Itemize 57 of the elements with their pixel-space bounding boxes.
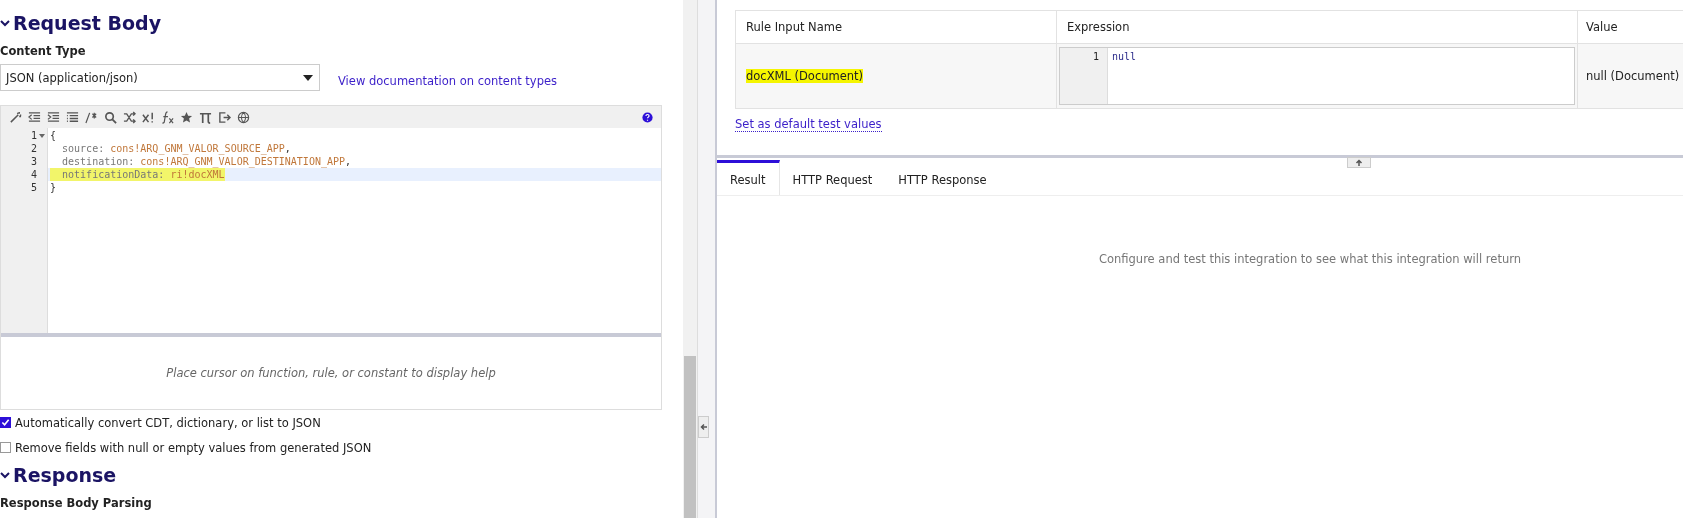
arrow-up-icon xyxy=(1355,158,1363,167)
documentation-link[interactable]: View documentation on content types xyxy=(338,73,558,88)
line-number: 5 xyxy=(30,182,37,193)
field-label: Response Body Parsing xyxy=(0,496,153,510)
help-text: Place cursor on function, rule, or constant to display help xyxy=(166,366,496,380)
shuffle-icon[interactable] xyxy=(123,110,136,124)
function-icon[interactable] xyxy=(161,110,174,124)
field-label: Content Type xyxy=(0,44,87,58)
chevron-down-icon[interactable] xyxy=(0,18,10,28)
line-number: 3 xyxy=(30,156,37,167)
checkbox[interactable] xyxy=(0,442,11,453)
expression-field[interactable]: 1 null xyxy=(1059,47,1575,105)
comment-icon[interactable] xyxy=(85,110,98,124)
column-header: Expression xyxy=(1056,10,1578,44)
fold-caret-icon[interactable] xyxy=(39,133,45,138)
section-heading: Response xyxy=(13,464,117,486)
checkbox-label: Automatically convert CDT, dictionary, or list to JSON xyxy=(15,415,321,430)
column-header: Rule Input Name xyxy=(735,10,1057,44)
section-heading: Request Body xyxy=(13,12,162,34)
checkbox[interactable] xyxy=(0,417,11,428)
caret-icon xyxy=(303,74,313,81)
scrollbar-thumb[interactable] xyxy=(684,356,696,518)
export-icon[interactable] xyxy=(218,110,231,124)
pi-icon[interactable] xyxy=(199,110,212,124)
code-line: source: cons!ARQ_GNM_VALOR_SOURCE_APP, xyxy=(61,142,291,155)
collapse-button[interactable] xyxy=(698,416,709,438)
code-line: null xyxy=(1112,51,1137,62)
line-number: 1 xyxy=(30,130,37,141)
column-header: Value xyxy=(1577,10,1683,44)
content-type-dropdown[interactable]: JSON (application/json) xyxy=(0,64,320,91)
tab[interactable]: HTTP Response xyxy=(885,160,1000,195)
indent-icon[interactable] xyxy=(47,110,60,124)
code-line: destination: cons!ARQ_GNM_VALOR_DESTINATION_APP, xyxy=(61,155,352,168)
variable-icon[interactable] xyxy=(142,110,155,124)
code-line: } xyxy=(50,181,57,194)
empty-state-message: Configure and test this integration to see what this integration will return xyxy=(1098,252,1522,268)
tab[interactable]: Result xyxy=(717,160,780,195)
scrollbar[interactable] xyxy=(683,0,697,518)
checkbox-label: Remove fields with null or empty values from generated JSON xyxy=(15,440,372,455)
globe-icon[interactable] xyxy=(237,110,250,124)
line-number: 1 xyxy=(1091,51,1099,62)
line-number: 2 xyxy=(30,143,37,154)
star-icon[interactable] xyxy=(180,110,193,124)
chevron-down-icon[interactable] xyxy=(0,470,10,480)
magic-wand-icon[interactable] xyxy=(9,110,22,124)
table-cell: docXML (Document) xyxy=(746,69,864,83)
code-line: { xyxy=(50,129,57,142)
line-number: 4 xyxy=(30,169,37,180)
default-values-link[interactable]: Set as default test values xyxy=(735,117,882,132)
expand-button[interactable] xyxy=(1347,157,1371,168)
search-icon[interactable] xyxy=(104,110,117,124)
table-cell: null (Document) xyxy=(1586,69,1680,83)
help-icon[interactable] xyxy=(642,111,653,123)
list-icon[interactable] xyxy=(66,110,79,124)
outdent-icon[interactable] xyxy=(28,110,41,124)
tab[interactable]: HTTP Request xyxy=(779,160,886,195)
arrow-left-icon xyxy=(699,423,708,431)
